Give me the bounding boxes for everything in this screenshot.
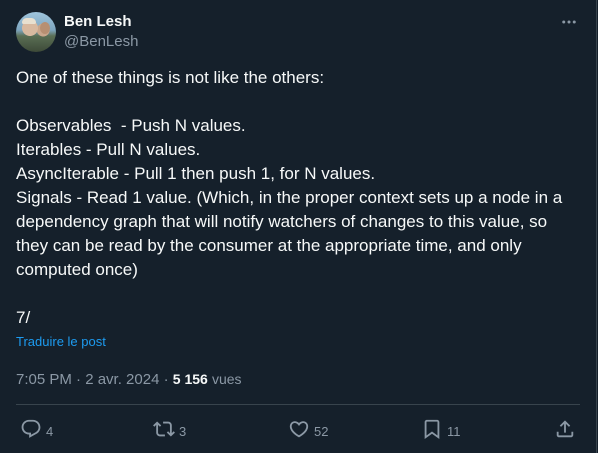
avatar[interactable] bbox=[16, 12, 56, 52]
tweet-text: One of these things is not like the othe… bbox=[16, 66, 582, 330]
reply-button[interactable]: 4 bbox=[20, 416, 53, 442]
tweet-text-line: AsyncIterable - Pull 1 then push 1, for … bbox=[16, 164, 376, 183]
tweet-text-line bbox=[16, 282, 582, 306]
tweet-text-line: One of these things is not like the othe… bbox=[16, 68, 325, 87]
tweet-text-line: Iterables - Pull N values. bbox=[16, 140, 201, 159]
retweet-button[interactable]: 3 bbox=[153, 416, 186, 442]
bookmark-count: 11 bbox=[447, 423, 461, 439]
avatar-face-detail bbox=[40, 22, 50, 34]
tweet-text-line: Signals - Read 1 value. (Which, in the p… bbox=[16, 188, 567, 279]
translate-post-link[interactable]: Traduire le post bbox=[16, 334, 106, 350]
meta-separator: · bbox=[159, 371, 173, 388]
tweet-text-line: Observables - Push N values. bbox=[16, 116, 246, 135]
more-dots-icon bbox=[562, 20, 576, 24]
retweet-icon bbox=[153, 421, 175, 437]
author-display-name[interactable]: Ben Lesh bbox=[64, 12, 138, 32]
bookmark-button[interactable]: 11 bbox=[421, 416, 461, 442]
avatar-hat-detail bbox=[22, 18, 36, 24]
action-bar: 4 3 52 11 bbox=[16, 416, 580, 442]
author-handle[interactable]: @BenLesh bbox=[64, 32, 138, 52]
share-button[interactable] bbox=[554, 416, 576, 442]
reply-bubble-icon bbox=[21, 419, 41, 438]
tweet-header: Ben Lesh @BenLesh bbox=[16, 12, 580, 52]
like-count: 52 bbox=[314, 423, 329, 439]
views-count[interactable]: 5 156 bbox=[173, 371, 208, 387]
author-names: Ben Lesh @BenLesh bbox=[64, 12, 138, 52]
like-button[interactable]: 52 bbox=[288, 416, 328, 442]
tweet-timestamp[interactable]: 7:05 PM · 2 avr. 2024 bbox=[16, 371, 159, 388]
retweet-count: 3 bbox=[179, 423, 187, 439]
reply-count: 4 bbox=[46, 423, 54, 439]
bookmark-icon bbox=[424, 419, 440, 440]
tweet-text-line: 7/ bbox=[16, 308, 31, 327]
tweet-meta: 7:05 PM · 2 avr. 2024 · 5 156 vues bbox=[16, 369, 242, 390]
tweet-text-line bbox=[16, 90, 582, 114]
heart-icon bbox=[289, 421, 309, 438]
actions-divider bbox=[16, 404, 580, 405]
more-options-button[interactable] bbox=[558, 12, 580, 32]
tweet-card: Ben Lesh @BenLesh One of these things is… bbox=[0, 0, 597, 453]
views-label: vues bbox=[211, 371, 242, 387]
share-upload-icon bbox=[556, 420, 574, 438]
